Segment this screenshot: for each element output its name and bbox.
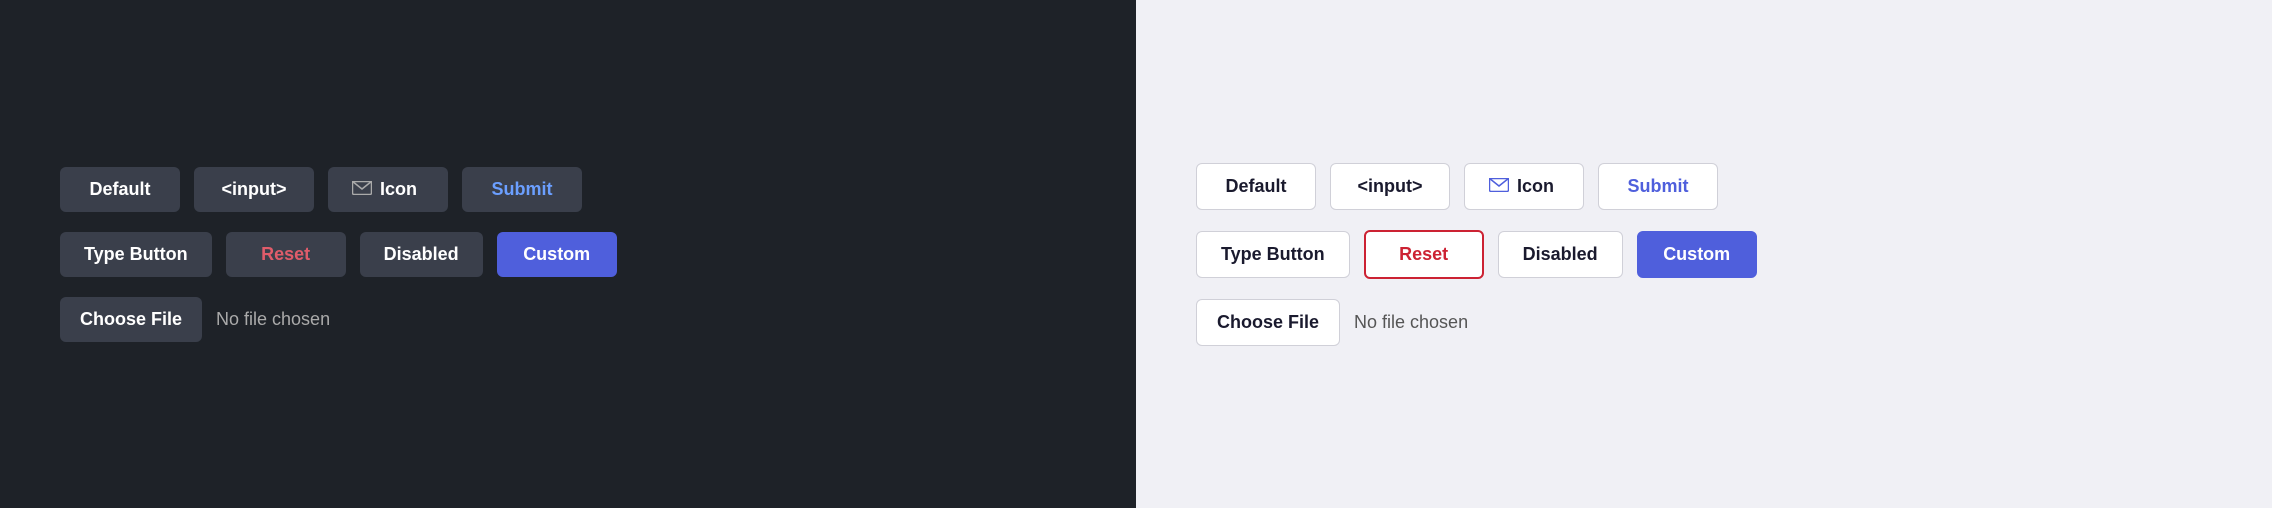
envelope-icon-light bbox=[1489, 176, 1509, 197]
dark-default-button[interactable]: Default bbox=[60, 167, 180, 212]
light-icon-button[interactable]: Icon bbox=[1464, 163, 1584, 210]
light-panel: Default <input> Icon Submit Type Button … bbox=[1136, 0, 2272, 508]
dark-icon-button[interactable]: Icon bbox=[328, 167, 448, 212]
dark-no-file-text: No file chosen bbox=[216, 309, 330, 330]
light-default-button[interactable]: Default bbox=[1196, 163, 1316, 210]
dark-reset-button[interactable]: Reset bbox=[226, 232, 346, 277]
dark-disabled-button[interactable]: Disabled bbox=[360, 232, 483, 277]
light-reset-button[interactable]: Reset bbox=[1364, 230, 1484, 279]
light-row-1: Default <input> Icon Submit bbox=[1196, 163, 1718, 210]
dark-type-button[interactable]: Type Button bbox=[60, 232, 212, 277]
dark-input-button[interactable]: <input> bbox=[194, 167, 314, 212]
dark-submit-button[interactable]: Submit bbox=[462, 167, 582, 212]
light-icon-label: Icon bbox=[1517, 176, 1554, 197]
light-row-2: Type Button Reset Disabled Custom bbox=[1196, 230, 1757, 279]
dark-row-1: Default <input> Icon Submit bbox=[60, 167, 582, 212]
light-disabled-button[interactable]: Disabled bbox=[1498, 231, 1623, 278]
light-input-button[interactable]: <input> bbox=[1330, 163, 1450, 210]
dark-custom-button[interactable]: Custom bbox=[497, 232, 617, 277]
light-custom-button[interactable]: Custom bbox=[1637, 231, 1757, 278]
dark-row-3: Choose File No file chosen bbox=[60, 297, 330, 342]
light-no-file-text: No file chosen bbox=[1354, 312, 1468, 333]
dark-row-2: Type Button Reset Disabled Custom bbox=[60, 232, 617, 277]
light-type-button[interactable]: Type Button bbox=[1196, 231, 1350, 278]
light-submit-button[interactable]: Submit bbox=[1598, 163, 1718, 210]
light-choose-file-button[interactable]: Choose File bbox=[1196, 299, 1340, 346]
dark-icon-label: Icon bbox=[380, 179, 417, 200]
envelope-icon bbox=[352, 179, 372, 200]
dark-choose-file-button[interactable]: Choose File bbox=[60, 297, 202, 342]
light-row-3: Choose File No file chosen bbox=[1196, 299, 1468, 346]
dark-panel: Default <input> Icon Submit Type Button … bbox=[0, 0, 1136, 508]
